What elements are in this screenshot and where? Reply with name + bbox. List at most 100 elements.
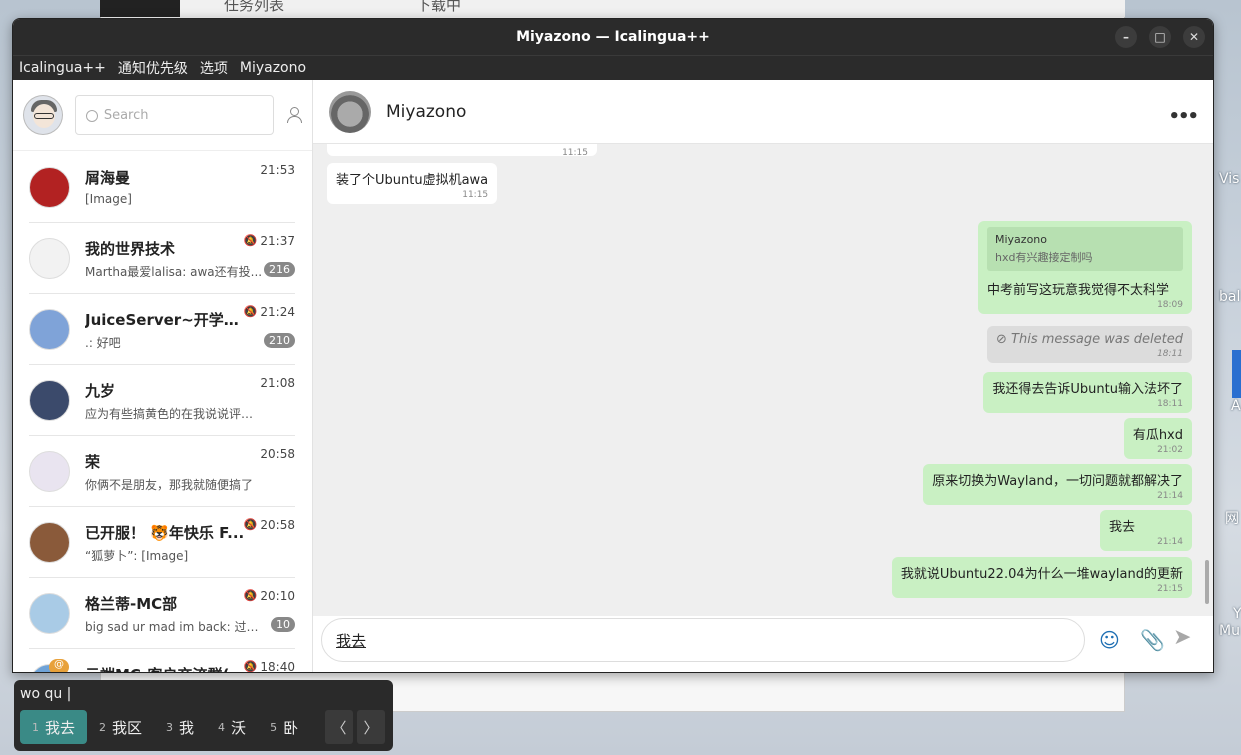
- conversation-time: 🔕 20:10: [243, 588, 295, 603]
- message-bubble[interactable]: 我去 21:14: [1100, 510, 1192, 551]
- conversation-preview: 你俩不是朋友，那我就随便搞了: [85, 477, 254, 492]
- search-input[interactable]: [103, 107, 264, 123]
- message-time: 21:15: [1157, 584, 1183, 594]
- message-text: 中考前写这玩意我觉得不太科学: [987, 283, 1170, 298]
- conversation-time: 21:53: [260, 162, 295, 177]
- unread-badge: 216: [264, 261, 295, 277]
- message-time: 18:11: [1157, 399, 1183, 409]
- maximize-button[interactable]: □: [1149, 26, 1171, 48]
- menu-item-options[interactable]: 选项: [200, 58, 228, 78]
- message-bubble[interactable]: 我还得去告诉Ubuntu输入法坏了 18:11: [983, 372, 1192, 413]
- desktop-label: Vis: [1219, 171, 1240, 187]
- message-area: 11:15 装了个Ubuntu虚拟机awa 11:15 Miyazono hxd…: [313, 144, 1213, 616]
- ime-candidate[interactable]: 4沃: [206, 710, 258, 744]
- conversation-avatar: [29, 309, 70, 350]
- conversation-list: 屑海曼 [Image] 21:53 我的世界技术 Martha最爱lalisa:…: [13, 152, 309, 672]
- message-bubble[interactable]: 装了个Ubuntu虚拟机awa 11:15: [327, 163, 498, 204]
- message-text: 装了个Ubuntu虚拟机awa: [336, 173, 489, 188]
- conversation-item[interactable]: 已开服！ 🐯年快乐 F... “狐萝卜”: [Image] 🔕 20:58: [13, 507, 309, 578]
- conversation-item[interactable]: 格兰蒂-MC部 big sad ur mad im back: 过一会... 🔕…: [13, 578, 309, 649]
- message-text: 我去: [1109, 520, 1136, 535]
- chat-avatar[interactable]: [329, 90, 371, 133]
- chat-title: Miyazono: [386, 101, 467, 122]
- emoji-icon[interactable]: ☺: [1099, 628, 1120, 652]
- conversation-preview: .: 好吧: [85, 335, 121, 350]
- conversation-name: 荣: [85, 452, 101, 471]
- conversation-avatar: [29, 167, 70, 208]
- conversation-item[interactable]: 我的世界技术 Martha最爱lalisa: awa还有投... 🔕 21:37…: [13, 223, 309, 294]
- contacts-icon[interactable]: [286, 107, 302, 123]
- message-text: 原来切换为Wayland，一切问题就都解决了: [932, 474, 1183, 489]
- mention-badge: @: [49, 659, 69, 672]
- message-time: 18:11: [1157, 349, 1183, 359]
- conversation-preview: “狐萝卜”: [Image]: [85, 548, 189, 563]
- chat-panel: Miyazono ••• 11:15 装了个Ubuntu虚拟机awa 11:15…: [313, 80, 1213, 672]
- sidebar-header: [13, 80, 312, 151]
- chat-scrollbar[interactable]: [1205, 560, 1209, 604]
- ime-candidate[interactable]: 2 我区: [87, 710, 154, 744]
- ime-next-page-button[interactable]: 〉: [357, 710, 385, 744]
- deleted-icon: ⊘: [996, 332, 1012, 347]
- conversation-name: 已开服！ 🐯年快乐 F...: [85, 523, 245, 542]
- message-text: 有瓜hxd: [1132, 428, 1183, 443]
- ime-candidate[interactable]: 3我: [154, 710, 206, 744]
- ime-prev-page-button[interactable]: 〈: [325, 710, 353, 744]
- message-time: 11:15: [562, 148, 588, 158]
- conversation-avatar: [29, 522, 70, 563]
- conversation-time: 🔕 18:40: [243, 659, 295, 673]
- message-bubble[interactable]: 我就说Ubuntu22.04为什么一堆wayland的更新 21:15: [891, 557, 1192, 598]
- conversation-preview: Martha最爱lalisa: awa还有投...: [85, 264, 263, 279]
- menu-item-contact[interactable]: Miyazono: [240, 60, 306, 76]
- attachment-icon[interactable]: 📎: [1140, 628, 1165, 652]
- conversation-item[interactable]: 荣 你俩不是朋友，那我就随便搞了 20:58: [13, 436, 309, 507]
- menu-bar: Icalingua++ 通知优先级 选项 Miyazono: [13, 55, 1213, 80]
- conversation-time: 🔕 20:58: [243, 517, 295, 532]
- message-bubble[interactable]: 原来切换为Wayland，一切问题就都解决了 21:14: [923, 464, 1192, 505]
- conversation-name: 屑海曼: [85, 168, 131, 187]
- conversation-preview: 应为有些搞黄色的在我说说评论一些...: [85, 406, 263, 421]
- search-icon: [85, 110, 98, 122]
- conversation-name: 格兰蒂-MC部: [85, 594, 178, 613]
- app-window: Miyazono — Icalingua++ – □ ✕ Icalingua++…: [12, 18, 1214, 673]
- muted-bell-icon: 🔕: [243, 660, 258, 672]
- desktop-dock-item[interactable]: [1232, 350, 1241, 398]
- conversation-name: JuiceServer~开学快...: [85, 310, 247, 329]
- deleted-message: ⊘ This message was deleted 18:11: [987, 326, 1192, 363]
- background-tab-label: 任务列表: [224, 0, 285, 14]
- conversation-item[interactable]: 屑海曼 [Image] 21:53: [13, 152, 309, 223]
- conversation-avatar: [29, 593, 70, 634]
- message-time: 21:14: [1157, 491, 1183, 501]
- minimize-button[interactable]: –: [1115, 26, 1137, 48]
- message-input[interactable]: 我去: [321, 618, 1085, 662]
- unread-badge: 10: [271, 616, 295, 632]
- ime-candidate[interactable]: 5卧: [258, 710, 310, 744]
- conversation-item[interactable]: JuiceServer~开学快... .: 好吧 🔕 21:24 210: [13, 294, 309, 365]
- desktop-label: A: [1231, 398, 1241, 414]
- muted-bell-icon: 🔕: [243, 589, 258, 602]
- title-bar[interactable]: Miyazono — Icalingua++ – □ ✕: [13, 19, 1213, 55]
- composer-text: 我去: [336, 631, 367, 650]
- message-time: 21:02: [1157, 445, 1183, 455]
- muted-bell-icon: 🔕: [243, 305, 258, 318]
- close-button[interactable]: ✕: [1183, 26, 1205, 48]
- muted-bell-icon: 🔕: [243, 518, 258, 531]
- ime-candidate[interactable]: 1 我去: [20, 710, 88, 744]
- more-options-icon[interactable]: •••: [1168, 106, 1198, 127]
- my-avatar[interactable]: [23, 95, 63, 135]
- conversation-time: 🔕 21:37: [243, 233, 295, 248]
- ime-candidates: 1 我去 2 我区 3我 4沃 5卧: [20, 710, 310, 744]
- conversation-avatar: [29, 238, 70, 279]
- conversation-preview: [Image]: [85, 191, 132, 206]
- message-bubble[interactable]: 有瓜hxd 21:02: [1123, 418, 1192, 459]
- desktop-label: 网: [1225, 511, 1239, 527]
- ime-preedit: wo qu |: [20, 686, 72, 702]
- menu-item-app[interactable]: Icalingua++: [19, 60, 106, 76]
- conversation-avatar: [29, 380, 70, 421]
- send-icon[interactable]: ➤: [1173, 625, 1191, 650]
- conversation-item[interactable]: 九岁 应为有些搞黄色的在我说说评论一些... 21:08: [13, 365, 309, 436]
- message-bubble[interactable]: Miyazono hxd有兴趣接定制吗 中考前写这玩意我觉得不太科学 18:09: [978, 221, 1192, 314]
- reply-quote[interactable]: Miyazono hxd有兴趣接定制吗: [987, 227, 1183, 271]
- search-box[interactable]: [74, 95, 275, 135]
- message-bubble[interactable]: 11:15: [327, 144, 597, 158]
- menu-item-notification-priority[interactable]: 通知优先级: [118, 58, 188, 78]
